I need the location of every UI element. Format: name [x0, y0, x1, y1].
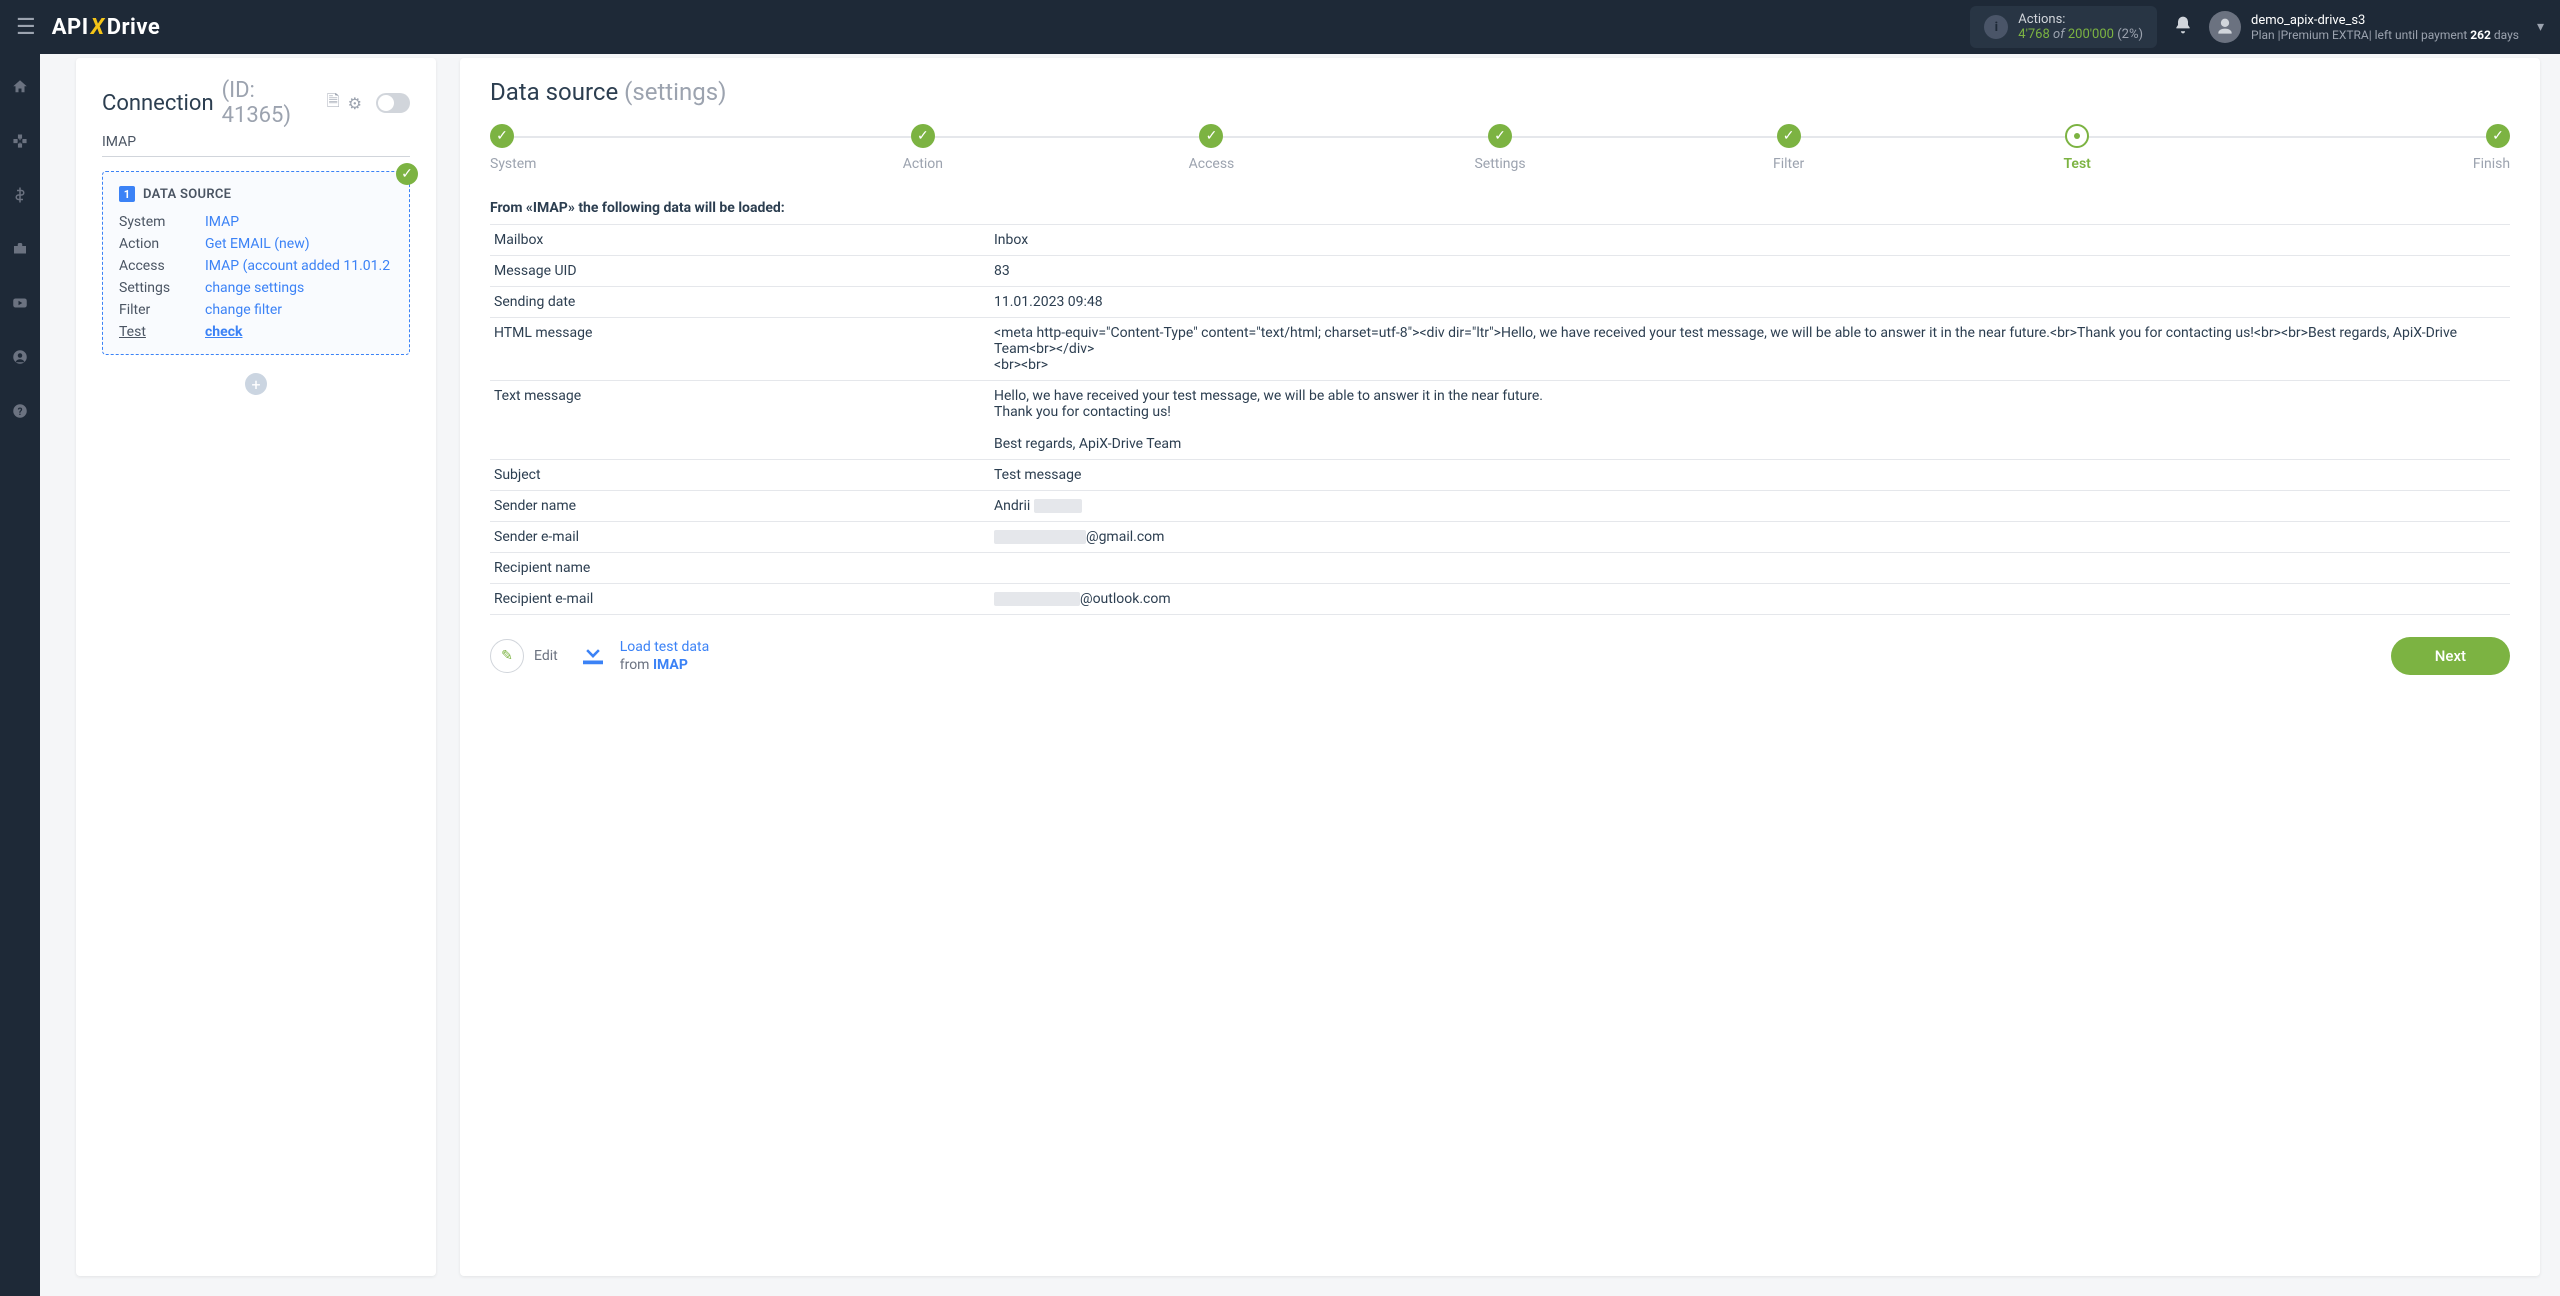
connection-service: IMAP [102, 134, 410, 157]
actions-max: 200'000 [2068, 27, 2114, 42]
step-number-badge: 1 [119, 186, 135, 202]
user-menu[interactable]: demo_apix-drive_s3 Plan |Premium EXTRA| … [2209, 11, 2544, 43]
next-button[interactable]: Next [2391, 637, 2510, 675]
step-settings[interactable]: ✓Settings [1356, 124, 1645, 172]
nav-video-icon[interactable] [0, 288, 40, 318]
data-source-title: 1 DATA SOURCE [119, 186, 393, 202]
row-settings-value[interactable]: change settings [205, 280, 393, 296]
row-filter-value[interactable]: change filter [205, 302, 393, 318]
actions-counter[interactable]: i Actions: 4'768 of 200'000 (2%) [1970, 6, 2157, 48]
step-filter[interactable]: ✓Filter [1644, 124, 1933, 172]
topbar: ☰ APIXDrive i Actions: 4'768 of 200'000 … [0, 0, 2560, 54]
info-icon: i [1984, 15, 2008, 39]
redacted [994, 592, 1080, 606]
nav-briefcase-icon[interactable] [0, 234, 40, 264]
sidenav: ? [0, 54, 40, 1296]
document-icon[interactable]: 🗎 [327, 90, 340, 117]
table-row: Recipient e-mail@outlook.com [490, 584, 2510, 615]
plan-info: Plan |Premium EXTRA| left until payment … [2251, 28, 2519, 42]
table-row: MailboxInbox [490, 225, 2510, 256]
table-row: Recipient name [490, 553, 2510, 584]
from-label: From «IMAP» the following data will be l… [490, 200, 2510, 216]
download-icon [578, 638, 608, 675]
row-system-key: System [119, 214, 205, 230]
table-row: SubjectTest message [490, 460, 2510, 491]
nav-help-icon[interactable]: ? [0, 396, 40, 426]
table-row: Message UID83 [490, 256, 2510, 287]
load-test-data-button[interactable]: Load test data from IMAP [578, 638, 710, 675]
nav-connections-icon[interactable] [0, 126, 40, 156]
actions-current: 4'768 [2018, 27, 2050, 42]
row-access-key: Access [119, 258, 205, 274]
avatar-icon [2209, 11, 2241, 43]
row-action-key: Action [119, 236, 205, 252]
step-test[interactable]: Test [1933, 124, 2222, 172]
actions-pct: (2%) [2117, 27, 2143, 42]
data-source-header: Data source (settings) [490, 78, 2510, 106]
connection-title: Connection [102, 91, 214, 116]
stepper: ✓System ✓Action ✓Access ✓Settings ✓Filte… [490, 124, 2510, 172]
chevron-down-icon: ▾ [2537, 19, 2544, 35]
nav-home-icon[interactable] [0, 72, 40, 102]
table-row: Text messageHello, we have received your… [490, 381, 2510, 460]
step-action[interactable]: ✓Action [779, 124, 1068, 172]
gear-icon[interactable]: ⚙ [348, 94, 362, 113]
edit-button[interactable]: ✎ Edit [490, 639, 558, 673]
nav-billing-icon[interactable] [0, 180, 40, 210]
step-finish[interactable]: ✓Finish [2221, 124, 2510, 172]
pencil-icon: ✎ [490, 639, 524, 673]
redacted [1034, 499, 1082, 513]
logo[interactable]: APIXDrive [52, 15, 161, 40]
row-test-value[interactable]: check [205, 324, 393, 340]
step-access[interactable]: ✓Access [1067, 124, 1356, 172]
actions-label: Actions: [2018, 12, 2143, 27]
connection-id: (ID: 41365) [222, 78, 319, 128]
row-filter-key: Filter [119, 302, 205, 318]
data-source-panel: Data source (settings) ✓System ✓Action ✓… [460, 58, 2540, 1276]
step-system[interactable]: ✓System [490, 124, 779, 172]
svg-text:?: ? [18, 407, 23, 418]
row-test-key: Test [119, 324, 205, 340]
enable-toggle[interactable] [376, 93, 410, 113]
user-name: demo_apix-drive_s3 [2251, 13, 2519, 28]
table-row: Sender e-mail@gmail.com [490, 522, 2510, 553]
row-action-value[interactable]: Get EMAIL (new) [205, 236, 393, 252]
bell-icon[interactable] [2173, 15, 2193, 40]
table-row: Sender nameAndrii [490, 491, 2510, 522]
nav-account-icon[interactable] [0, 342, 40, 372]
row-system-value[interactable]: IMAP [205, 214, 393, 230]
menu-icon[interactable]: ☰ [16, 15, 36, 40]
test-data-table: MailboxInbox Message UID83 Sending date1… [490, 224, 2510, 615]
redacted [994, 530, 1086, 544]
row-settings-key: Settings [119, 280, 205, 296]
table-row: Sending date11.01.2023 09:48 [490, 287, 2510, 318]
check-icon: ✓ [396, 163, 418, 185]
row-access-value[interactable]: IMAP (account added 11.01.2 [205, 258, 393, 274]
table-row: HTML message<meta http-equiv="Content-Ty… [490, 318, 2510, 381]
add-step-button[interactable]: + [245, 373, 267, 395]
data-source-box[interactable]: ✓ 1 DATA SOURCE System IMAP Action Get E… [102, 171, 410, 355]
connection-panel: Connection (ID: 41365) 🗎 ⚙ IMAP ✓ 1 DATA… [76, 58, 436, 1276]
